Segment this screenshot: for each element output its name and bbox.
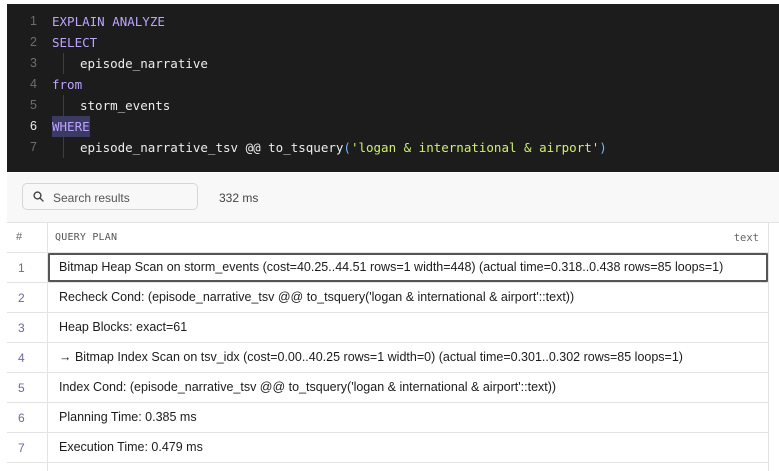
- line-number: 3: [30, 56, 37, 70]
- row-number: 2: [18, 291, 25, 305]
- sql-string: 'logan & international & airport': [350, 140, 600, 155]
- code-line-2: 2 SELECT: [7, 32, 779, 53]
- sql-keyword: EXPLAIN ANALYZE: [52, 14, 165, 29]
- code-line-6: 6 WHERE: [7, 116, 779, 137]
- query-plan-cell[interactable]: Bitmap Heap Scan on storm_events (cost=4…: [48, 253, 768, 282]
- sql-keyword: WHERE: [52, 116, 90, 137]
- query-plan-cell[interactable]: Planning Time: 0.385 ms: [48, 403, 768, 432]
- results-toolbar: 332 ms: [7, 173, 779, 223]
- column-divider: [47, 223, 48, 471]
- row-number: 7: [18, 441, 25, 455]
- row-number: 4: [18, 351, 25, 365]
- table-row[interactable]: 5 Index Cond: (episode_narrative_tsv @@ t…: [7, 373, 769, 403]
- code-line-5: 5 storm_events: [7, 95, 779, 116]
- code-line-4: 4 from: [7, 74, 779, 95]
- row-number: 1: [18, 261, 25, 275]
- sql-keyword: from: [52, 77, 83, 92]
- row-number: 6: [18, 411, 25, 425]
- search-icon: [33, 191, 44, 202]
- sql-editor[interactable]: 1 EXPLAIN ANALYZE 2 SELECT 3 episode_nar…: [7, 4, 779, 172]
- line-number: 6: [30, 119, 37, 133]
- query-plan-cell[interactable]: Execution Time: 0.479 ms: [48, 433, 768, 462]
- query-plan-cell[interactable]: Index Cond: (episode_narrative_tsv @@ to…: [48, 373, 768, 402]
- row-number: 5: [18, 381, 25, 395]
- column-divider: [768, 223, 769, 471]
- sql-keyword: SELECT: [52, 35, 98, 50]
- table-row[interactable]: 3 Heap Blocks: exact=61: [7, 313, 769, 343]
- query-plan-cell[interactable]: → Bitmap Index Scan on tsv_idx (cost=0.0…: [48, 343, 768, 372]
- line-number: 4: [30, 77, 37, 91]
- line-number: 1: [30, 14, 37, 28]
- query-timing: 332 ms: [219, 191, 259, 205]
- results-grid: # QUERY PLAN text 1 Bitmap Heap Scan on s…: [7, 223, 779, 471]
- table-row[interactable]: 2 Recheck Cond: (episode_narrative_tsv @@…: [7, 283, 769, 313]
- grid-header: # QUERY PLAN text: [7, 223, 769, 253]
- query-plan-cell[interactable]: Recheck Cond: (episode_narrative_tsv @@ …: [48, 283, 768, 312]
- row-index-header: #: [16, 231, 23, 243]
- line-number: 5: [30, 98, 37, 112]
- sql-expression: episode_narrative_tsv @@ to_tsquery('log…: [80, 137, 607, 158]
- indent-guide: [63, 95, 64, 116]
- sql-identifier: episode_narrative: [80, 56, 208, 71]
- table-row[interactable]: 4 → Bitmap Index Scan on tsv_idx (cost=0.…: [7, 343, 769, 373]
- column-header-query-plan[interactable]: QUERY PLAN: [55, 232, 117, 243]
- search-box[interactable]: [22, 183, 198, 210]
- indent-guide: [63, 53, 64, 74]
- indent-guide: [63, 137, 64, 158]
- query-plan-cell[interactable]: Heap Blocks: exact=61: [48, 313, 768, 342]
- line-number: 7: [30, 140, 37, 154]
- code-line-7: 7 episode_narrative_tsv @@ to_tsquery('l…: [7, 137, 779, 158]
- table-row[interactable]: 6 Planning Time: 0.385 ms: [7, 403, 769, 433]
- row-number: 3: [18, 321, 25, 335]
- sql-paren: (: [343, 140, 351, 155]
- search-input[interactable]: [51, 186, 195, 209]
- sql-identifier: storm_events: [80, 98, 171, 113]
- sql-identifier: episode_narrative_tsv @@ to_tsquery: [80, 140, 344, 155]
- line-number: 2: [30, 35, 37, 49]
- code-line-1: 1 EXPLAIN ANALYZE: [7, 11, 779, 32]
- table-row[interactable]: 7 Execution Time: 0.479 ms: [7, 433, 769, 463]
- column-type-label: text: [733, 232, 759, 244]
- code-line-3: 3 episode_narrative: [7, 53, 779, 74]
- sql-paren: ): [599, 140, 607, 155]
- table-row[interactable]: 1 Bitmap Heap Scan on storm_events (cost=…: [7, 253, 769, 283]
